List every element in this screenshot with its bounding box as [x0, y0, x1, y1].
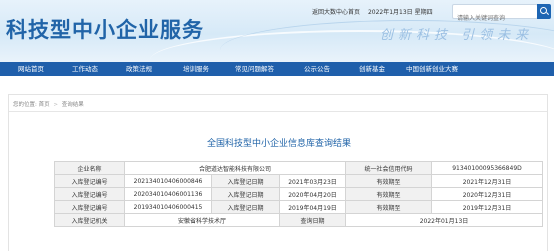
- value-cell: 2019年12月31日: [431, 200, 543, 214]
- label-cell: 有效期至: [345, 200, 432, 214]
- nav-item-training[interactable]: 培训服务: [170, 62, 222, 76]
- value-cell: 2020年12月31日: [431, 187, 543, 201]
- value-cell: 2020年04月20日: [279, 187, 346, 201]
- label-cell: 入库登记编号: [54, 187, 125, 201]
- nav-item-home[interactable]: 网站首页: [0, 62, 62, 76]
- nav-item-news[interactable]: 工作动态: [62, 62, 108, 76]
- table-row: 入库登记编号 202134010406000846 入库登记日期 2021年03…: [54, 174, 543, 188]
- label-cell: 有效期至: [345, 174, 432, 188]
- label-cell: 入库登记编号: [54, 174, 125, 188]
- table-row: 企业名称 合肥道达智能科技有限公司 统一社会信用代码 9134010009536…: [54, 161, 543, 175]
- value-cell: 2021年03月23日: [279, 174, 346, 188]
- breadcrumb-home[interactable]: 首页: [39, 102, 50, 108]
- value-cell: 202134010406000846: [124, 174, 212, 188]
- table-row: 入库登记编号 201934010406000415 入库登记日期 2019年04…: [54, 200, 543, 214]
- nav-item-contest[interactable]: 中国创新创业大赛: [397, 62, 467, 76]
- nav-item-extra[interactable]: [467, 62, 554, 76]
- header-banner: 科技型中小企业服务 返回大数中心首页 2022年1月13日 星期四 创新科技 引…: [0, 0, 554, 62]
- label-cell: 统一社会信用代码: [345, 161, 432, 175]
- home-link[interactable]: 返回大数中心首页: [312, 9, 360, 16]
- value-cell: 202034010406001136: [124, 187, 212, 201]
- result-table: 企业名称 合肥道达智能科技有限公司 统一社会信用代码 9134010009536…: [54, 161, 543, 227]
- nav-item-notice[interactable]: 公示公告: [287, 62, 347, 76]
- divider: [9, 111, 547, 112]
- label-cell: 企业名称: [54, 161, 125, 175]
- breadcrumb-current: 查询结果: [61, 102, 84, 108]
- label-cell: 入库登记日期: [211, 187, 280, 201]
- value-cell: 2021年12月31日: [431, 174, 543, 188]
- nav-item-policy[interactable]: 政策法规: [108, 62, 170, 76]
- date-text: 2022年1月13日 星期四: [367, 9, 433, 16]
- label-cell: 查询日期: [279, 213, 346, 227]
- label-cell: 入库登记日期: [211, 174, 280, 188]
- value-cell: 2019年04月19日: [279, 200, 346, 214]
- search-icon[interactable]: [537, 4, 551, 19]
- breadcrumb: 您的位置: 首页 > 查询结果: [13, 100, 84, 108]
- label-cell: 有效期至: [345, 187, 432, 201]
- result-title: 全国科技型中小企业信息库查询结果: [206, 139, 351, 149]
- value-cell: 2022年01月13日: [345, 213, 543, 227]
- search-box: [452, 4, 538, 25]
- value-cell: 91340100095366849D: [431, 161, 543, 175]
- value-cell: 安徽省科学技术厅: [124, 213, 280, 227]
- label-cell: 入库登记编号: [54, 200, 125, 214]
- breadcrumb-separator: >: [53, 102, 58, 108]
- value-cell: 201934010406000415: [124, 200, 212, 214]
- table-row: 入库登记编号 202034010406001136 入库登记日期 2020年04…: [54, 187, 543, 201]
- slogan: 创新科技 引领未来: [380, 28, 534, 43]
- nav-item-fund[interactable]: 创新基金: [347, 62, 397, 76]
- value-cell: 合肥道达智能科技有限公司: [124, 161, 346, 175]
- label-cell: 入库登记机关: [54, 213, 125, 227]
- content-panel: 您的位置: 首页 > 查询结果 全国科技型中小企业信息库查询结果 企业名称 合肥…: [8, 94, 548, 251]
- label-cell: 入库登记日期: [211, 200, 280, 214]
- site-title: 科技型中小企业服务: [6, 18, 204, 42]
- breadcrumb-label: 您的位置:: [13, 102, 37, 108]
- table-row: 入库登记机关 安徽省科学技术厅 查询日期 2022年01月13日: [54, 213, 543, 227]
- main-nav: 网站首页 工作动态 政策法规 培训服务 常见问题解答 公示公告 创新基金 中国创…: [0, 62, 554, 76]
- top-info: 返回大数中心首页 2022年1月13日 星期四: [312, 7, 439, 16]
- nav-item-faq[interactable]: 常见问题解答: [222, 62, 287, 76]
